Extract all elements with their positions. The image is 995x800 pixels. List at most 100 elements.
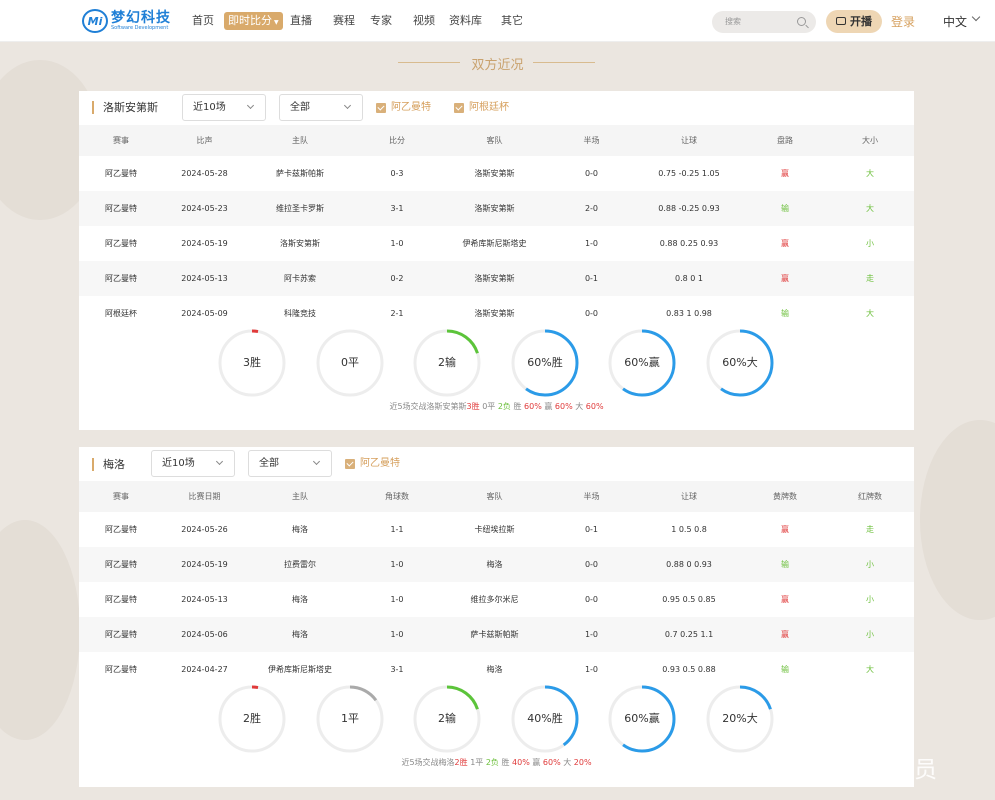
- nav-live[interactable]: 直播: [290, 12, 312, 30]
- cell-home: 科隆竞技: [284, 309, 316, 318]
- league-filter-label: 阿乙曼特: [360, 458, 400, 469]
- column-header: 比分: [354, 125, 440, 156]
- cell-home: 洛斯安第斯: [280, 239, 320, 248]
- cell-handicap: 0.95 0.5 0.85: [662, 595, 716, 604]
- scope-select[interactable]: 全部: [279, 94, 363, 121]
- watermark-badge: du: [768, 760, 790, 781]
- gauge-label: 40%胜: [527, 712, 563, 725]
- cell-score: 1-0: [390, 239, 404, 248]
- cell-home: 阿卡苏索: [246, 261, 354, 296]
- column-header: 角球数: [354, 481, 440, 512]
- match-table: 赛事 比赛日期 主队 角球数 客队 半场 让球 黄牌数 红牌数 阿乙曼特 2024-05-26 梅洛…: [79, 481, 914, 687]
- cell-away: 卡纽埃拉斯: [474, 525, 515, 534]
- summary-draw: 0平: [482, 402, 496, 411]
- cell-total: 小: [866, 239, 874, 248]
- cell-half: 1-0: [584, 239, 599, 248]
- cell-away: 梅洛: [486, 665, 503, 674]
- stat-gauge: 1平: [315, 684, 385, 754]
- column-header: 让球: [634, 125, 744, 156]
- chevron-down-icon[interactable]: [971, 12, 981, 22]
- cell-home: 拉费雷尔: [246, 547, 354, 582]
- cell-score: 0-3: [390, 169, 404, 178]
- brand-logo[interactable]: Mi 梦幻科技 Software Development: [82, 8, 171, 34]
- cell-half: 1-0: [549, 617, 634, 652]
- gauge-label: 60%赢: [624, 712, 660, 725]
- nav-home[interactable]: 首页: [192, 12, 214, 30]
- match-row[interactable]: 阿乙曼特 2024-05-23 维拉圣卡罗斯 3-1 洛斯安第斯 2-0 0.88 -0.2…: [79, 191, 914, 226]
- table-header-row: 赛事 比赛日期 主队 角球数 客队 半场 让球 黄牌数 红牌数: [79, 481, 914, 512]
- match-count-select[interactable]: 近10场: [182, 94, 266, 121]
- nav-schedule[interactable]: 赛程: [333, 12, 355, 30]
- match-count-select[interactable]: 近10场: [151, 450, 235, 477]
- scope-select[interactable]: 全部: [248, 450, 332, 477]
- table-header-row: 赛事 比声 主队 比分 客队 半场 让球 盘路 大小: [79, 125, 914, 156]
- nav-experts[interactable]: 专家: [370, 12, 392, 30]
- cell-result: 赢: [744, 617, 826, 652]
- cell-total: 走: [866, 525, 874, 534]
- logo-mark: Mi: [82, 9, 108, 33]
- search-icon[interactable]: [797, 17, 806, 26]
- checkbox-checked-icon: [345, 459, 355, 469]
- column-header: 大小: [826, 125, 914, 156]
- match-row[interactable]: 阿乙曼特 2024-05-28 萨卡兹斯帕斯 0-3 洛斯安第斯 0-0 0.75 -0.2…: [79, 156, 914, 191]
- nav-live-score[interactable]: 即时比分 ▼: [224, 12, 283, 30]
- column-header: 比赛日期: [163, 481, 246, 512]
- cell-handicap: 0.93 0.5 0.88: [662, 665, 716, 674]
- stat-gauge: 0平: [315, 328, 385, 398]
- match-row[interactable]: 阿乙曼特 2024-05-19 拉费雷尔 1-0 梅洛 0-0 0.88 0 0.93 输小: [79, 547, 914, 582]
- league-filter-checkbox[interactable]: 阿根廷杯: [454, 102, 509, 114]
- cell-away: 维拉多尔米尼: [470, 595, 519, 604]
- column-header: 客队: [440, 125, 549, 156]
- summary-loss: 2负: [497, 402, 511, 411]
- cell-event: 阿乙曼特: [79, 191, 163, 226]
- nav-database[interactable]: 资料库: [449, 12, 482, 30]
- league-filter-checkbox[interactable]: 阿乙曼特: [345, 458, 400, 470]
- search-input[interactable]: 搜索: [712, 11, 816, 33]
- cell-score: 1-0: [354, 617, 440, 652]
- background-decoration: [920, 420, 995, 620]
- search-placeholder: 搜索: [725, 17, 741, 26]
- login-link[interactable]: 登录: [891, 13, 915, 30]
- stat-gauge: 3胜: [217, 328, 287, 398]
- cell-half: 0-0: [584, 309, 599, 318]
- cell-event: 阿乙曼特: [105, 665, 137, 674]
- gauge-label: 60%赢: [624, 356, 660, 369]
- match-row[interactable]: 阿乙曼特 2024-05-26 梅洛 1-1 卡纽埃拉斯 0-1 1 0.5 0.8 赢 走: [79, 512, 914, 547]
- title-divider-right: [533, 62, 595, 63]
- team-name: 梅洛: [92, 458, 125, 471]
- cell-away: 萨卡兹斯帕斯: [440, 617, 549, 652]
- match-row[interactable]: 阿根廷杯 2024-05-09 科隆竞技 2-1 洛斯安第斯 0-0 0.83 1 0.98…: [79, 296, 914, 331]
- cell-event: 阿乙曼特: [105, 595, 137, 604]
- top-header: Mi 梦幻科技 Software Development 首页 即时比分 ▼ 直播…: [0, 0, 995, 42]
- cell-away: 洛斯安第斯: [440, 261, 549, 296]
- cell-event: 阿根廷杯: [105, 309, 137, 318]
- cell-home: 梅洛: [292, 595, 308, 604]
- nav-other[interactable]: 其它: [501, 12, 523, 30]
- cell-score: 3-1: [390, 665, 404, 674]
- stat-gauge: 2胜: [217, 684, 287, 754]
- go-live-button[interactable]: 开播: [826, 10, 882, 33]
- section-title: 双方近况: [471, 58, 524, 73]
- match-count-value: 近10场: [193, 102, 226, 113]
- league-filter-checkbox[interactable]: 阿乙曼特: [376, 102, 431, 114]
- column-header: 比声: [163, 125, 246, 156]
- language-select[interactable]: 中文: [943, 13, 967, 30]
- cell-handicap: 1 0.5 0.8: [671, 525, 707, 534]
- match-row[interactable]: 阿乙曼特 2024-05-13 梅洛 1-0 维拉多尔米尼 0-0 0.95 0.5 0.8…: [79, 582, 914, 617]
- checkbox-checked-icon: [454, 103, 464, 113]
- column-header: 主队: [246, 125, 354, 156]
- match-table: 赛事 比声 主队 比分 客队 半场 让球 盘路 大小 阿乙曼特 2024-05-28 萨卡兹斯帕斯 0…: [79, 125, 914, 331]
- match-row[interactable]: 阿乙曼特 2024-05-19 洛斯安第斯 1-0 伊希库斯尼斯塔史 1-0 0.88 0.…: [79, 226, 914, 261]
- match-row[interactable]: 阿乙曼特 2024-05-06 梅洛 1-0 萨卡兹斯帕斯 1-0 0.7 0.25 1.1…: [79, 617, 914, 652]
- gauge-label: 20%大: [722, 712, 758, 725]
- nav-live-score-label: 即时比分: [228, 14, 272, 27]
- cell-home: 梅洛: [246, 617, 354, 652]
- cell-event: 阿乙曼特: [79, 617, 163, 652]
- team-panel-away: 梅洛 近10场 全部 阿乙曼特 赛事 比赛日期 主队 角球数 客队 半场 让球 黄牌数 红牌数 …: [79, 447, 914, 787]
- stat-gauges: 3胜 0平 2输 60%胜 60%赢 60%大: [79, 328, 914, 398]
- match-row[interactable]: 阿乙曼特 2024-05-13 阿卡苏索 0-2 洛斯安第斯 0-1 0.8 0 1赢走: [79, 261, 914, 296]
- cell-score: 3-1: [354, 191, 440, 226]
- stat-gauge: 60%大: [705, 328, 775, 398]
- nav-video[interactable]: 视频: [413, 12, 435, 30]
- match-row[interactable]: 阿乙曼特 2024-04-27 伊希库斯尼斯塔史 3-1 梅洛 1-0 0.93 0.5 0…: [79, 652, 914, 687]
